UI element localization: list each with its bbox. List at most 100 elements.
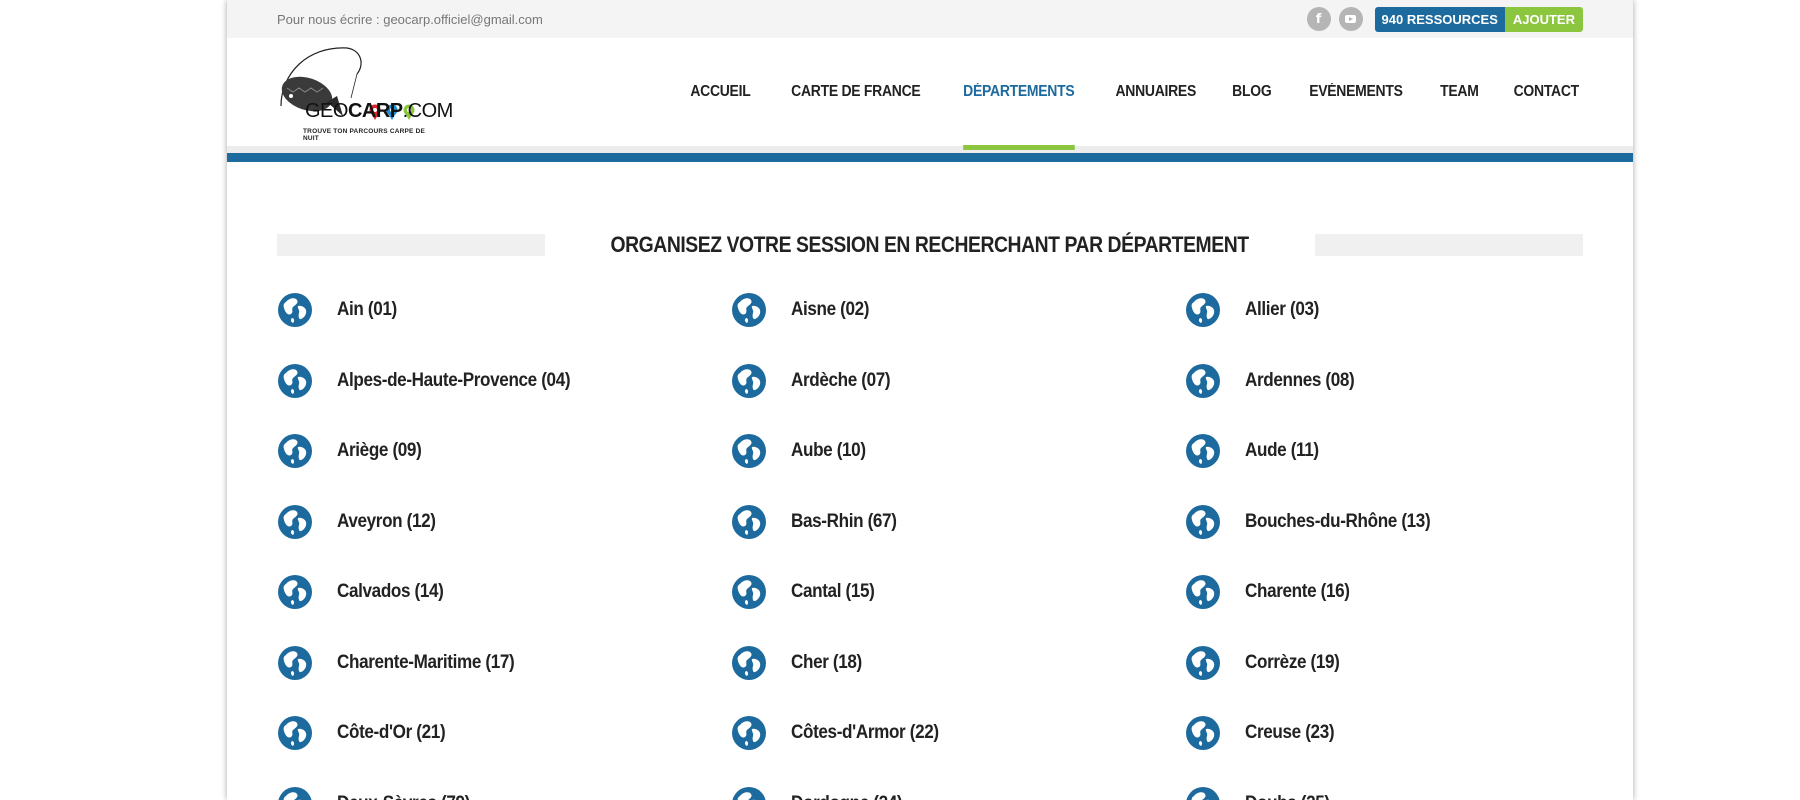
globe-icon bbox=[731, 504, 767, 540]
nav-item-blog[interactable]: BLOG bbox=[1233, 38, 1272, 146]
department-name[interactable]: Creuse (23) bbox=[1245, 722, 1335, 744]
globe-icon bbox=[277, 645, 313, 681]
nav-item-contact[interactable]: CONTACT bbox=[1514, 38, 1580, 146]
globe-icon bbox=[731, 292, 767, 328]
department-name[interactable]: Aisne (02) bbox=[791, 299, 869, 321]
top-bar: Pour nous écrire : geocarp.officiel@gmai… bbox=[227, 0, 1633, 38]
department-name[interactable]: Ardennes (08) bbox=[1245, 370, 1355, 392]
department-link[interactable]: Aveyron (12) bbox=[277, 497, 447, 547]
department-name[interactable]: Aveyron (12) bbox=[337, 511, 436, 533]
nav-item-departements[interactable]: DÉPARTEMENTS bbox=[963, 38, 1075, 150]
department-link[interactable]: Côtes-d'Armor (22) bbox=[731, 708, 955, 758]
globe-icon bbox=[277, 786, 313, 800]
resources-badge[interactable]: 940 RESSOURCES AJOUTER bbox=[1374, 6, 1583, 32]
main-nav: ACCUEIL CARTE DE FRANCE DÉPARTEMENTS ANN… bbox=[687, 38, 1583, 150]
department-name[interactable]: Ariège (09) bbox=[337, 440, 422, 462]
department-link[interactable]: Aisne (02) bbox=[731, 285, 878, 335]
top-bar-actions: f 940 RESSOURCES AJOUTER bbox=[1306, 6, 1583, 32]
department-link[interactable]: Bas-Rhin (67) bbox=[731, 497, 908, 547]
facebook-icon[interactable]: f bbox=[1306, 7, 1331, 31]
department-link[interactable]: Cher (18) bbox=[731, 638, 870, 688]
globe-icon bbox=[277, 433, 313, 469]
nav-item-accueil[interactable]: ACCUEIL bbox=[690, 38, 750, 146]
department-name[interactable]: Dordogne (24) bbox=[791, 793, 903, 800]
department-name[interactable]: Calvados (14) bbox=[337, 581, 444, 603]
department-name[interactable]: Bouches-du-Rhône (13) bbox=[1245, 511, 1431, 533]
department-link[interactable]: Bouches-du-Rhône (13) bbox=[1185, 497, 1451, 547]
globe-icon bbox=[277, 574, 313, 610]
department-link[interactable]: Ardennes (08) bbox=[1185, 356, 1367, 406]
globe-icon bbox=[277, 363, 313, 399]
heading-rule-left bbox=[277, 234, 546, 256]
globe-icon bbox=[731, 715, 767, 751]
department-name[interactable]: Charente-Maritime (17) bbox=[337, 652, 515, 674]
department-name[interactable]: Aube (10) bbox=[791, 440, 866, 462]
department-name[interactable]: Deux-Sèvres (79) bbox=[337, 793, 470, 800]
contact-email-text: Pour nous écrire : geocarp.officiel@gmai… bbox=[277, 11, 543, 27]
department-link[interactable]: Charente (16) bbox=[1185, 567, 1361, 617]
globe-icon bbox=[731, 645, 767, 681]
section-heading: ORGANISEZ VOTRE SESSION EN RECHERCHANT P… bbox=[277, 225, 1584, 265]
department-name[interactable]: Allier (03) bbox=[1245, 299, 1319, 321]
department-link[interactable]: Allier (03) bbox=[1185, 285, 1327, 335]
department-link[interactable]: Aude (11) bbox=[1185, 426, 1327, 476]
department-link[interactable]: Creuse (23) bbox=[1185, 708, 1344, 758]
department-link[interactable]: Calvados (14) bbox=[277, 567, 455, 617]
resources-count[interactable]: 940 RESSOURCES bbox=[1374, 6, 1505, 32]
department-link[interactable]: Alpes-de-Haute-Provence (04) bbox=[277, 356, 596, 406]
department-name[interactable]: Alpes-de-Haute-Provence (04) bbox=[337, 370, 571, 392]
department-name[interactable]: Bas-Rhin (67) bbox=[791, 511, 897, 533]
department-link[interactable]: Ariège (09) bbox=[277, 426, 431, 476]
globe-icon bbox=[731, 433, 767, 469]
department-name[interactable]: Corrèze (19) bbox=[1245, 652, 1340, 674]
department-name[interactable]: Cantal (15) bbox=[791, 581, 875, 603]
nav-item-carte-de-france[interactable]: CARTE DE FRANCE bbox=[791, 38, 921, 146]
globe-icon bbox=[731, 574, 767, 610]
department-name[interactable]: Charente (16) bbox=[1245, 581, 1350, 603]
department-link[interactable]: Cantal (15) bbox=[731, 567, 884, 617]
nav-item-team[interactable]: TEAM bbox=[1440, 38, 1479, 146]
globe-icon bbox=[277, 715, 313, 751]
globe-icon bbox=[1185, 363, 1221, 399]
add-resource-button[interactable]: AJOUTER bbox=[1504, 6, 1583, 32]
department-link[interactable]: Côte-d'Or (21) bbox=[277, 708, 457, 758]
department-name[interactable]: Côte-d'Or (21) bbox=[337, 722, 446, 744]
department-name[interactable]: Ain (01) bbox=[337, 299, 397, 321]
globe-icon bbox=[1185, 574, 1221, 610]
department-link[interactable]: Deux-Sèvres (79) bbox=[277, 779, 485, 800]
globe-icon bbox=[731, 786, 767, 800]
department-link[interactable]: Dordogne (24) bbox=[731, 779, 915, 800]
globe-icon bbox=[731, 363, 767, 399]
globe-icon bbox=[277, 504, 313, 540]
logo-brand: GEOCARP.COM bbox=[305, 100, 453, 122]
youtube-icon[interactable] bbox=[1338, 7, 1363, 31]
department-link[interactable]: Aube (10) bbox=[731, 426, 874, 476]
globe-icon bbox=[1185, 504, 1221, 540]
globe-icon bbox=[1185, 715, 1221, 751]
globe-icon bbox=[1185, 433, 1221, 469]
page-container: Pour nous écrire : geocarp.officiel@gmai… bbox=[227, 0, 1633, 800]
header-divider bbox=[227, 146, 1633, 153]
heading-rule-right bbox=[1314, 234, 1584, 256]
department-link[interactable]: Ardèche (07) bbox=[731, 356, 901, 406]
department-link[interactable]: Doubs (25) bbox=[1185, 779, 1339, 800]
page-title: ORGANISEZ VOTRE SESSION EN RECHERCHANT P… bbox=[610, 232, 1250, 257]
header-accent-bar bbox=[227, 153, 1633, 162]
globe-icon bbox=[1185, 786, 1221, 800]
site-logo[interactable]: GEOCARP.COM TROUVE TON PARCOURS CARPE DE… bbox=[277, 44, 453, 146]
department-name[interactable]: Doubs (25) bbox=[1245, 793, 1330, 800]
department-name[interactable]: Ardèche (07) bbox=[791, 370, 891, 392]
department-name[interactable]: Côtes-d'Armor (22) bbox=[791, 722, 939, 744]
department-link[interactable]: Ain (01) bbox=[277, 285, 403, 335]
logo-tagline: TROUVE TON PARCOURS CARPE DE NUIT bbox=[303, 128, 426, 142]
globe-icon bbox=[1185, 292, 1221, 328]
header: GEOCARP.COM TROUVE TON PARCOURS CARPE DE… bbox=[227, 38, 1633, 150]
department-link[interactable]: Charente-Maritime (17) bbox=[277, 638, 534, 688]
nav-item-annuaires[interactable]: ANNUAIRES bbox=[1115, 38, 1196, 146]
nav-item-evenements[interactable]: EVÉNEMENTS bbox=[1309, 38, 1403, 146]
globe-icon bbox=[277, 292, 313, 328]
department-link[interactable]: Corrèze (19) bbox=[1185, 638, 1350, 688]
department-name[interactable]: Cher (18) bbox=[791, 652, 862, 674]
globe-icon bbox=[1185, 645, 1221, 681]
department-name[interactable]: Aude (11) bbox=[1245, 440, 1319, 462]
